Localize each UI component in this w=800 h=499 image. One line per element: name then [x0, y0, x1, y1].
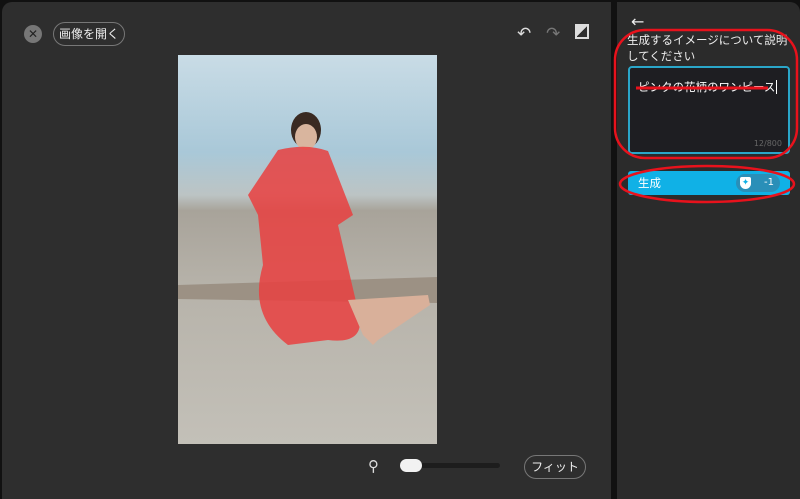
compare-icon[interactable]	[575, 24, 589, 39]
credit-shield-icon: ✦	[740, 177, 751, 189]
open-image-button[interactable]: 画像を開く	[53, 22, 125, 46]
generative-fill-panel: ← 生成するイメージについて説明してください ピンクの花柄のワンピース 12/8…	[617, 2, 800, 499]
arrow-left-icon[interactable]: ←	[631, 12, 644, 31]
redo-icon[interactable]: ↷	[546, 24, 560, 44]
image-content	[178, 112, 437, 345]
close-button[interactable]: ✕	[24, 25, 42, 43]
fit-button[interactable]: フィット	[524, 455, 586, 479]
editor-canvas-area: ✕ 画像を開く ↶ ↷ ⚲ フィット	[2, 2, 611, 499]
generate-label: 生成	[638, 176, 661, 190]
undo-icon[interactable]: ↶	[517, 24, 531, 44]
zoom-slider-handle[interactable]	[400, 459, 422, 472]
prompt-label: 生成するイメージについて説明してください	[627, 33, 788, 63]
selection-mask	[248, 146, 360, 345]
prompt-value: ピンクの花柄のワンピース	[638, 80, 778, 94]
credit-badge: ✦ -1	[736, 174, 780, 192]
generate-button[interactable]: 生成 ✦ -1	[628, 171, 790, 195]
prompt-textarea[interactable]: ピンクの花柄のワンピース 12/800	[628, 66, 790, 154]
photo-with-mask[interactable]	[178, 55, 437, 444]
credit-cost: -1	[764, 177, 774, 188]
char-count: 12/800	[753, 139, 782, 148]
search-icon: ⚲	[368, 457, 379, 475]
